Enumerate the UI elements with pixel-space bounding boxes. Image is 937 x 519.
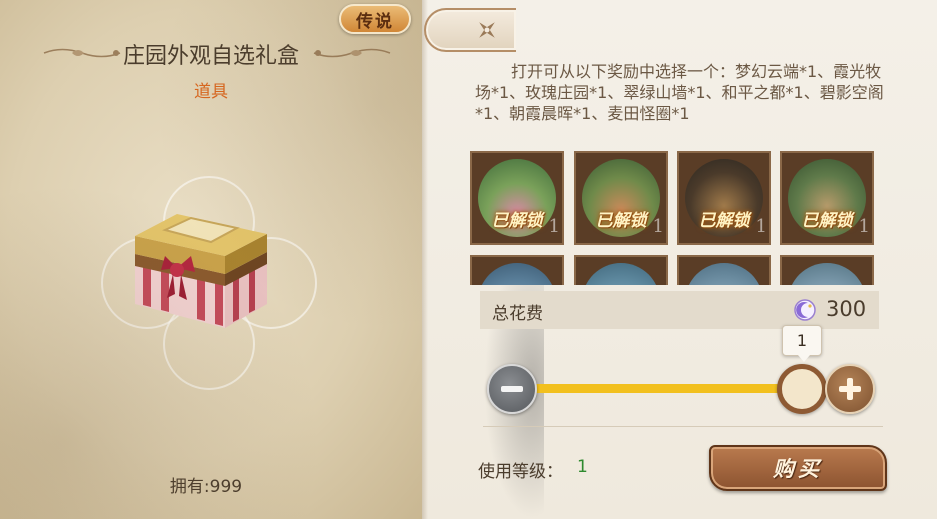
reward-qty: 1 bbox=[548, 216, 560, 237]
decrease-button[interactable] bbox=[487, 364, 537, 414]
quantity-tooltip: 1 bbox=[782, 325, 822, 362]
item-preview-panel: 传说 庄园外观自选礼盒 道具 拥有:999 bbox=[0, 0, 422, 519]
scene-thumbnail bbox=[788, 263, 866, 285]
quantity-slider-track[interactable] bbox=[520, 384, 800, 393]
scene-thumbnail bbox=[478, 263, 556, 285]
reward-tile[interactable]: 已解锁 1 bbox=[780, 151, 874, 245]
gift-box-icon bbox=[135, 214, 267, 328]
reward-tile[interactable]: 已解锁 1 bbox=[574, 151, 668, 245]
total-cost-value: 300 bbox=[826, 297, 867, 321]
item-type: 道具 bbox=[194, 82, 228, 102]
quantity-slider-handle[interactable] bbox=[777, 364, 827, 414]
reward-tile[interactable] bbox=[780, 255, 874, 285]
total-cost-bar: 总花费 300 bbox=[480, 291, 879, 329]
divider bbox=[483, 426, 883, 427]
quantity-slider-fill bbox=[520, 384, 800, 393]
reward-qty: 1 bbox=[652, 216, 664, 237]
scene-thumbnail bbox=[685, 263, 763, 285]
buy-button[interactable]: 购买 bbox=[709, 445, 887, 491]
total-cost-label: 总花费 bbox=[492, 304, 543, 324]
rarity-badge: 传说 bbox=[339, 4, 411, 34]
reward-tile[interactable] bbox=[470, 255, 564, 285]
reward-tile[interactable]: 已解锁 1 bbox=[677, 151, 771, 245]
reward-qty: 1 bbox=[858, 216, 870, 237]
reward-description: 打开可从以下奖励中选择一个：梦幻云端*1、霞光牧场*1、玫瑰庄园*1、翠绿山墙*… bbox=[475, 62, 884, 123]
scene-thumbnail bbox=[582, 263, 660, 285]
reward-qty: 1 bbox=[755, 216, 767, 237]
reward-tile[interactable] bbox=[677, 255, 771, 285]
reward-tile[interactable]: 已解锁 1 bbox=[470, 151, 564, 245]
use-level-value: 1 bbox=[577, 457, 588, 477]
reward-grid: 已解锁 1 已解锁 1 已解锁 1 已解锁 1 bbox=[470, 151, 880, 285]
use-level-label: 使用等级： bbox=[478, 462, 563, 482]
title-flourish-right-icon bbox=[313, 48, 391, 58]
close-icon bbox=[479, 22, 495, 38]
owned-count: 拥有:999 bbox=[169, 477, 243, 497]
increase-button[interactable] bbox=[825, 364, 875, 414]
reward-tile[interactable] bbox=[574, 255, 668, 285]
moon-gem-icon bbox=[794, 299, 816, 321]
close-button[interactable] bbox=[424, 8, 516, 52]
